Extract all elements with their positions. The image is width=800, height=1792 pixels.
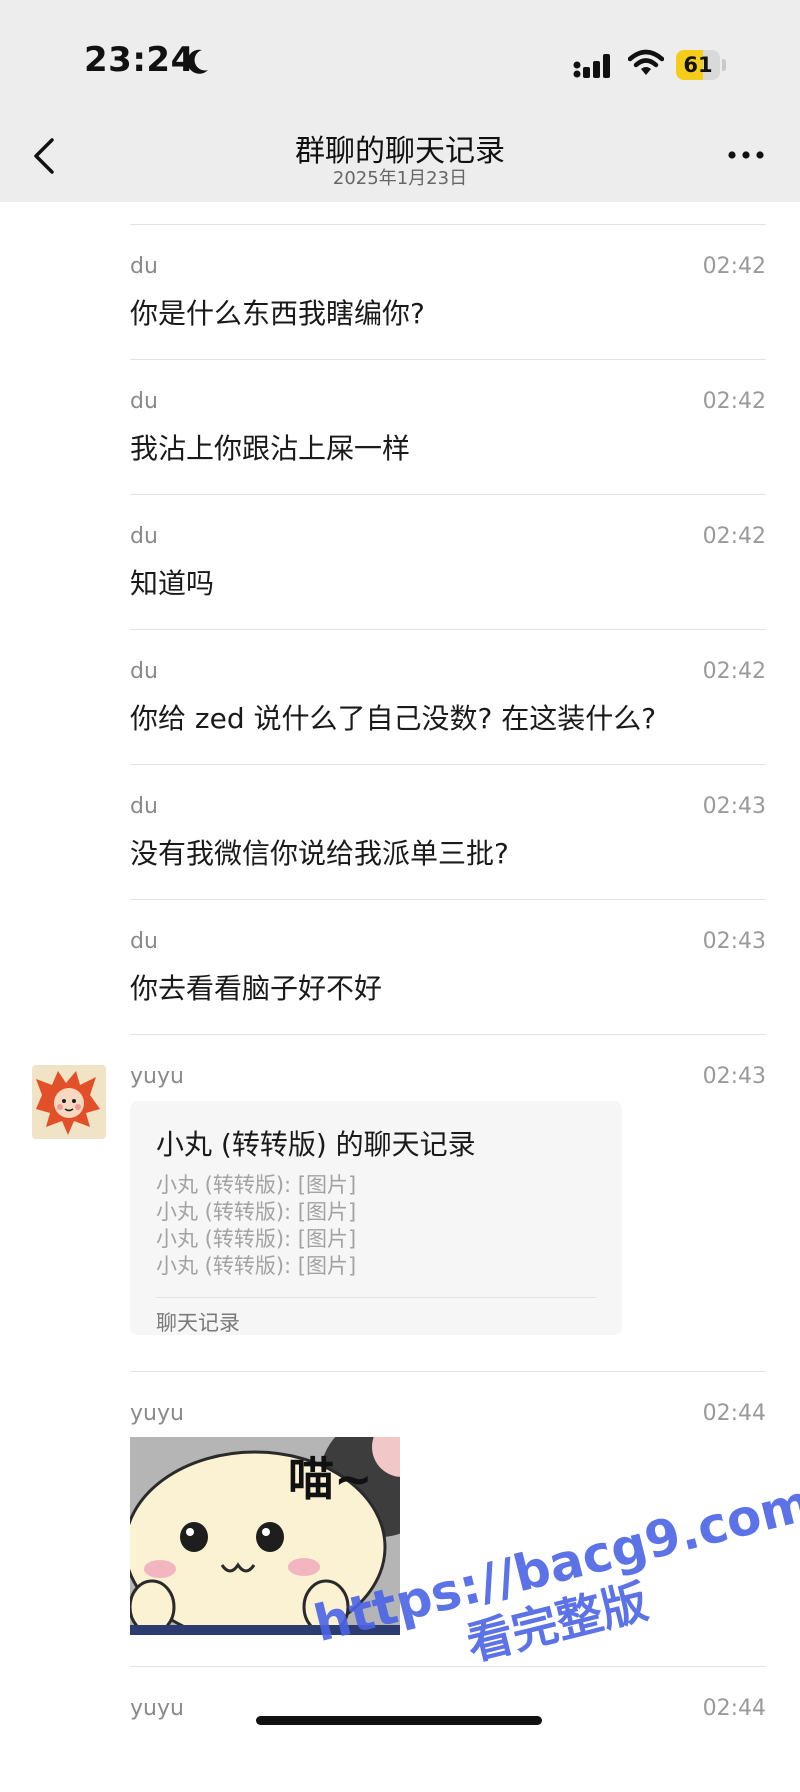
- message-text: 你去看看脑子好不好: [130, 972, 383, 1005]
- message-time: 02:44: [702, 1401, 766, 1426]
- divider: [130, 1034, 766, 1035]
- message-text: 你是什么东西我瞎编你?: [130, 297, 425, 330]
- divider: [156, 1297, 596, 1298]
- divider: [130, 1666, 766, 1667]
- message-sender: du: [130, 524, 158, 549]
- page-subtitle: 2025年1月23日: [332, 168, 468, 189]
- message-sender: du: [130, 389, 158, 414]
- divider: [130, 629, 766, 630]
- divider: [130, 359, 766, 360]
- message-sender: yuyu: [130, 1401, 184, 1426]
- avatar[interactable]: [32, 1065, 106, 1139]
- chat-record-line: 小丸 (转转版): [图片]: [156, 1227, 357, 1251]
- wifi-icon: [628, 49, 664, 75]
- sticker-image[interactable]: 喵~: [130, 1437, 400, 1635]
- divider: [130, 899, 766, 900]
- message-time: 02:42: [702, 254, 766, 279]
- message-text: 没有我微信你说给我派单三批?: [130, 837, 509, 870]
- message-time: 02:44: [702, 1696, 766, 1721]
- moon-icon: [187, 49, 208, 74]
- status-time: 23:24: [84, 40, 195, 80]
- chat-record-title: 小丸 (转转版) 的聊天记录: [156, 1128, 476, 1161]
- battery-icon: 61: [676, 50, 728, 80]
- message-text: 我沾上你跟沾上屎一样: [130, 432, 411, 465]
- divider: [130, 224, 766, 225]
- message-sender: du: [130, 254, 158, 279]
- message-time: 02:42: [702, 524, 766, 549]
- message-time: 02:43: [702, 929, 766, 954]
- chat-record-line: 小丸 (转转版): [图片]: [156, 1254, 357, 1278]
- message-sender: yuyu: [130, 1064, 184, 1089]
- divider: [130, 764, 766, 765]
- divider: [130, 1371, 766, 1372]
- more-icon[interactable]: [726, 148, 766, 162]
- signal-icon: [573, 54, 610, 78]
- message-sender: du: [130, 794, 158, 819]
- chat-record-line: 小丸 (转转版): [图片]: [156, 1173, 357, 1197]
- message-time: 02:42: [702, 659, 766, 684]
- chat-record-card[interactable]: 小丸 (转转版) 的聊天记录 小丸 (转转版): [图片] 小丸 (转转版): …: [130, 1101, 622, 1335]
- message-time: 02:43: [702, 1064, 766, 1089]
- message-sender: du: [130, 659, 158, 684]
- message-sender: yuyu: [130, 1696, 184, 1721]
- top-bar: 23:24 61 群聊的聊天记录 2025年1月23日: [0, 0, 800, 202]
- avatar-image: [32, 1065, 106, 1139]
- message-time: 02:43: [702, 794, 766, 819]
- sticker-caption: 喵~: [288, 1452, 373, 1506]
- home-indicator[interactable]: [256, 1716, 542, 1725]
- message-sender: du: [130, 929, 158, 954]
- message-time: 02:42: [702, 389, 766, 414]
- message-text: 你给 zed 说什么了自己没数? 在这装什么?: [130, 702, 657, 735]
- battery-level: 61: [683, 53, 713, 77]
- chat-record-footer: 聊天记录: [156, 1311, 240, 1335]
- chat-record-line: 小丸 (转转版): [图片]: [156, 1200, 357, 1224]
- divider: [130, 494, 766, 495]
- message-text: 知道吗: [130, 567, 215, 600]
